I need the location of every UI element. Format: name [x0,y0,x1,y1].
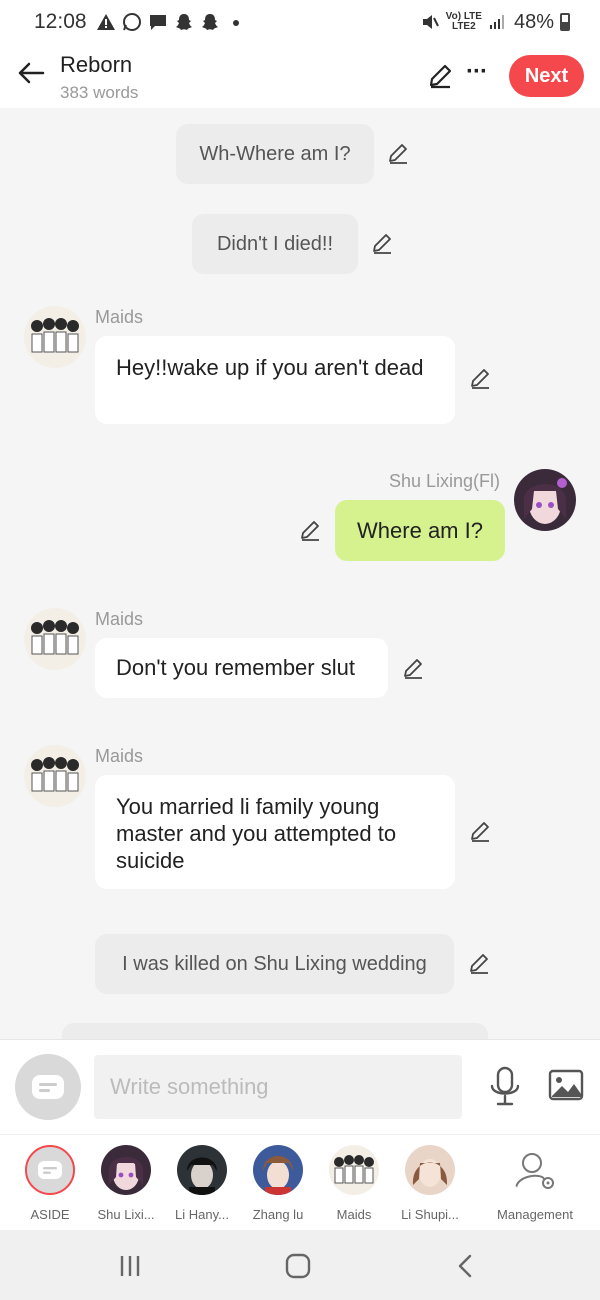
avatar-shu-lixing[interactable] [514,469,576,531]
left-message[interactable]: Hey!!wake up if you aren't dead [95,336,455,424]
mute-icon [422,15,439,29]
dot-icon [233,20,239,26]
image-icon[interactable] [548,1068,584,1102]
speaker-name: Shu Lixing(Fl) [389,471,501,491]
battery-icon [560,13,570,31]
recent-apps-icon[interactable] [116,1252,144,1280]
avatar-maids[interactable] [24,608,86,670]
manage-user-icon [510,1145,560,1195]
message-icon [150,15,166,30]
character-label: Shu Lixi... [97,1207,155,1222]
back-icon[interactable] [452,1252,480,1280]
pencil-icon[interactable] [298,519,322,543]
character-zhang-lu[interactable]: Zhang lu [240,1145,316,1222]
character-label: Zhang lu [252,1207,304,1222]
character-label: Li Hany... [175,1207,229,1222]
network-bottom: LTE2 [451,21,476,32]
story-title: Reborn [60,52,133,77]
character-aside[interactable]: ASIDE [12,1145,88,1222]
chat-area[interactable]: Wh-Where am I? Didn't I died!! Maids Hey… [0,108,600,1039]
character-li-hany[interactable]: Li Hany... [164,1145,240,1222]
character-label: Management [497,1207,573,1222]
pencil-icon[interactable] [386,142,410,166]
next-button[interactable]: Next [509,55,584,97]
speaker-name: Maids [95,307,144,327]
character-maids[interactable]: Maids [316,1145,392,1222]
word-count: 383 words [60,83,139,102]
aside-message[interactable]: Wh-Where am I? [176,124,374,184]
left-message[interactable]: You married li family young master and y… [95,775,455,889]
more-options-icon[interactable]: ··· [466,58,488,86]
avatar [101,1145,151,1195]
pencil-icon[interactable] [401,657,425,681]
avatar [405,1145,455,1195]
aside-toggle-button[interactable] [15,1054,81,1120]
pencil-icon[interactable] [426,62,454,90]
battery-percent: 48% [513,10,554,33]
home-icon[interactable] [284,1252,312,1280]
snapchat-icon [176,14,192,30]
aside-message-partial[interactable] [62,1023,488,1039]
character-label: ASIDE [30,1207,70,1222]
input-bar [0,1039,600,1134]
status-time: 12:08 [34,10,87,33]
snapchat-icon [202,14,218,30]
system-nav-bar [0,1230,600,1300]
character-label: Maids [336,1207,372,1222]
character-li-shupi[interactable]: Li Shupi... [392,1145,468,1222]
aside-message[interactable]: I was killed on Shu Lixing wedding [95,934,454,994]
back-arrow-icon[interactable] [16,58,46,88]
avatar [329,1145,379,1195]
character-bar: ASIDE Shu Lixi... Li Hany... Zhang lu Ma… [0,1134,600,1230]
management-button[interactable]: Management [490,1145,580,1222]
right-message[interactable]: Where am I? [335,500,505,561]
aside-icon [25,1145,75,1195]
speaker-name: Maids [95,609,144,629]
avatar [177,1145,227,1195]
aside-message[interactable]: Didn't I died!! [192,214,358,274]
character-shu-lixing[interactable]: Shu Lixi... [88,1145,164,1222]
microphone-icon[interactable] [488,1066,522,1106]
avatar [253,1145,303,1195]
signal-icon [489,15,504,29]
avatar-maids[interactable] [24,306,86,368]
character-label: Li Shupi... [401,1207,459,1222]
status-right: Vo) LTE LTE2 48% [420,10,570,34]
avatar-maids[interactable] [24,745,86,807]
speaker-name: Maids [95,746,144,766]
aside-icon [32,1075,64,1099]
status-bar: 12:08 Vo) LTE LTE2 48% [0,0,600,44]
pencil-icon[interactable] [468,367,492,391]
pencil-icon[interactable] [467,952,491,976]
message-input[interactable] [94,1055,462,1119]
app-header: Reborn 383 words ··· Next [0,44,600,108]
pencil-icon[interactable] [468,820,492,844]
warning-icon [97,14,115,30]
notification-icons [96,10,246,34]
whatsapp-icon [123,13,141,31]
left-message[interactable]: Don't you remember slut [95,638,388,698]
pencil-icon[interactable] [370,232,394,256]
network-indicator: Vo) LTE LTE2 [446,12,482,32]
